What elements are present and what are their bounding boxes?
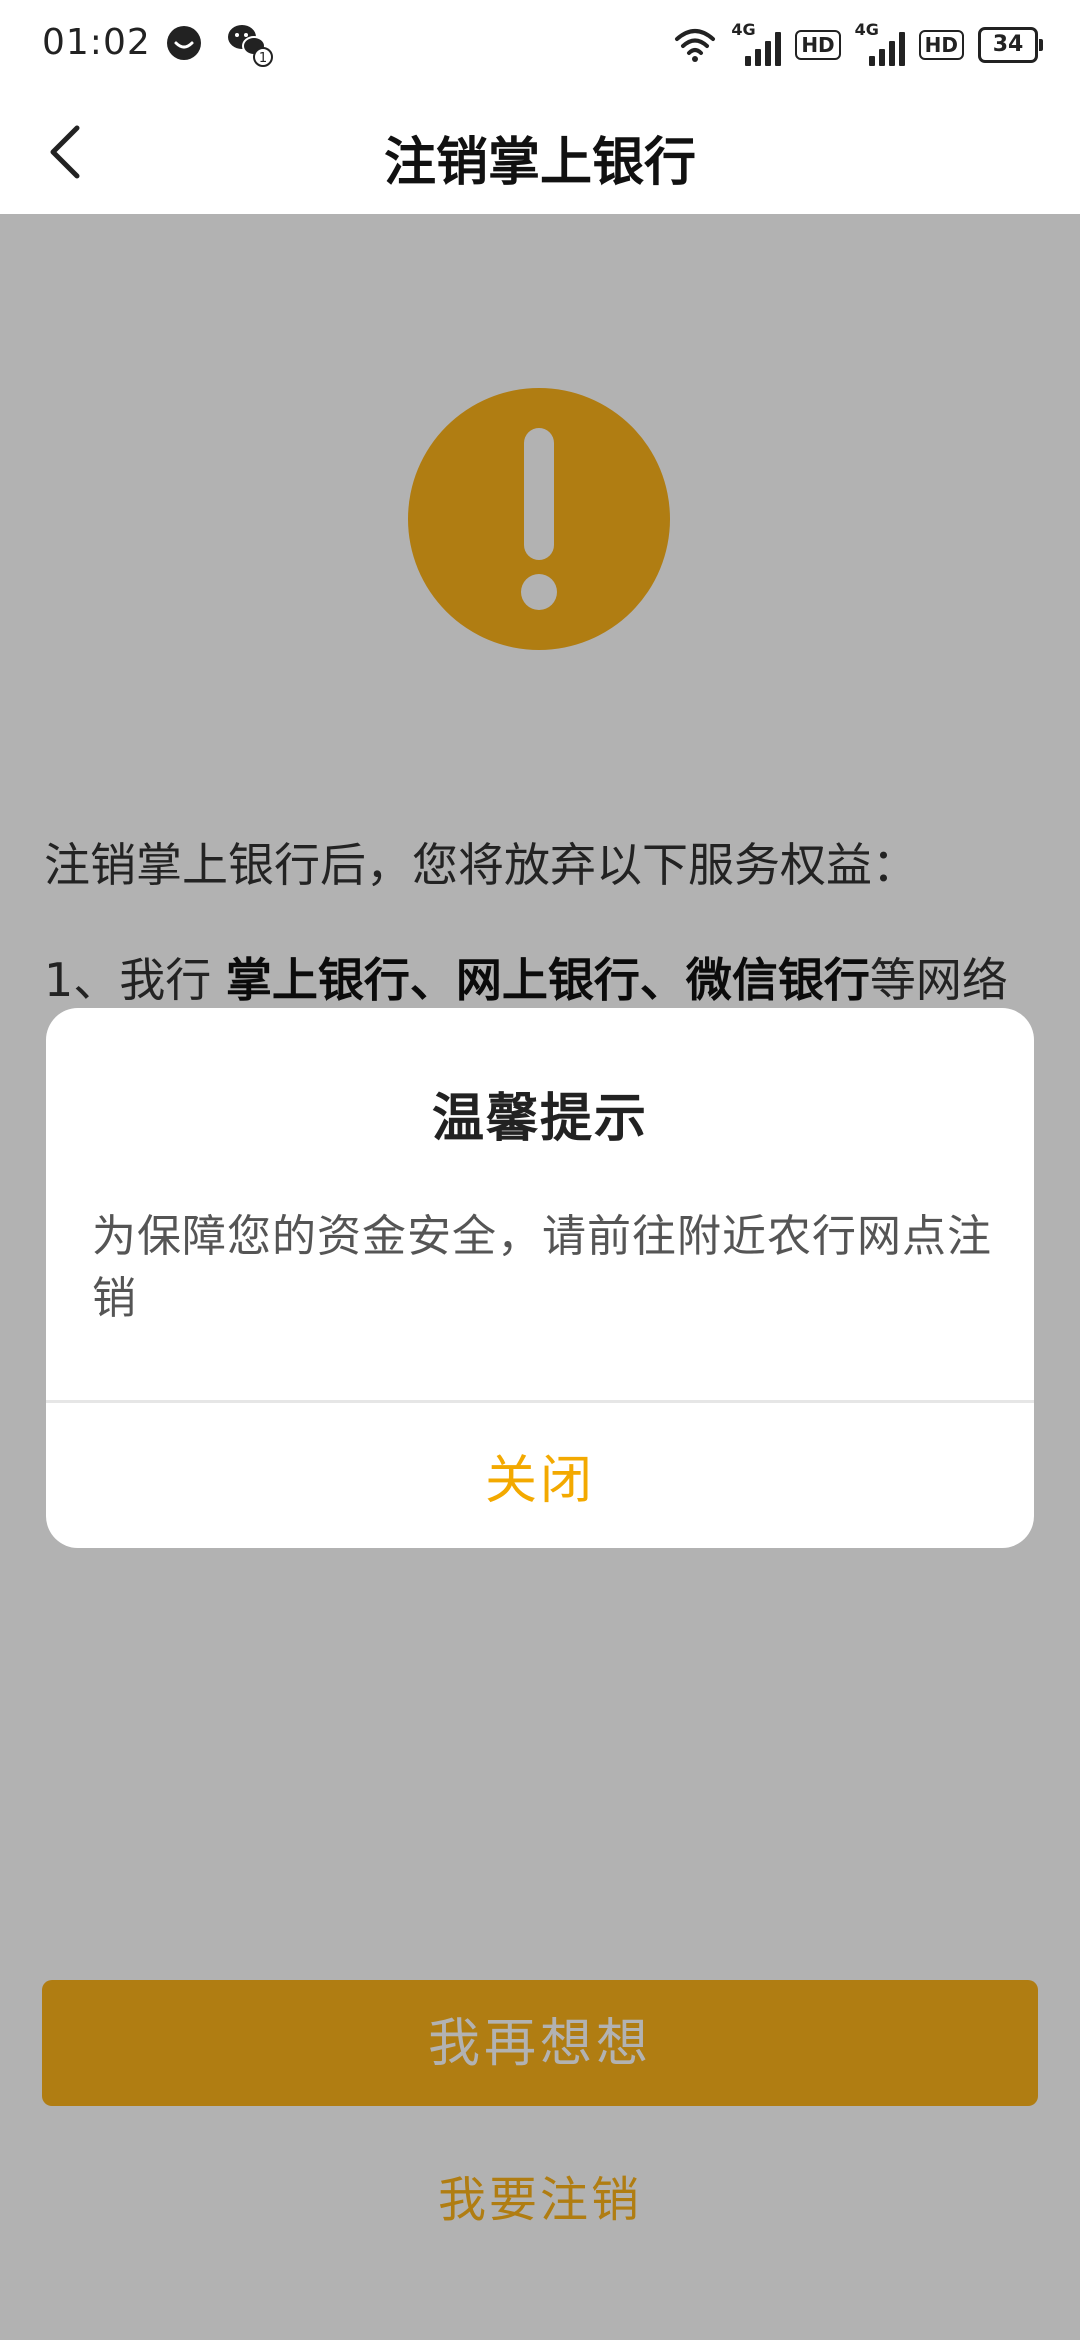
signal-strength-2: 4G bbox=[855, 20, 905, 66]
network-type-label: 4G bbox=[854, 20, 879, 39]
nav-bar: 注销掌上银行 bbox=[0, 90, 1080, 214]
page-title: 注销掌上银行 bbox=[383, 133, 696, 193]
message-bubble-icon bbox=[167, 26, 201, 60]
hd-badge: HD bbox=[795, 30, 841, 60]
signal-strength-1: 4G bbox=[731, 20, 782, 66]
network-type-label: 4G bbox=[731, 20, 756, 39]
tip-dialog: 温馨提示 为保障您的资金安全，请前往附近农行网点注销 关闭 bbox=[46, 1008, 1034, 1548]
close-button[interactable]: 关闭 bbox=[46, 1403, 1034, 1548]
wechat-icon: 1 bbox=[228, 25, 273, 67]
dialog-message: 为保障您的资金安全，请前往附近农行网点注销 bbox=[92, 1211, 992, 1324]
status-bar: 01:02 1 4G HD 4G HD 34 bbox=[0, 0, 1080, 90]
status-right-cluster: 4G HD 4G HD 34 bbox=[673, 20, 1043, 70]
hd-badge: HD bbox=[918, 30, 964, 60]
wechat-badge-count: 1 bbox=[259, 51, 267, 66]
dialog-title: 温馨提示 bbox=[431, 1089, 648, 1149]
battery-icon: 34 bbox=[978, 27, 1043, 63]
wifi-icon bbox=[675, 29, 716, 62]
status-time: 01:02 bbox=[42, 22, 151, 63]
